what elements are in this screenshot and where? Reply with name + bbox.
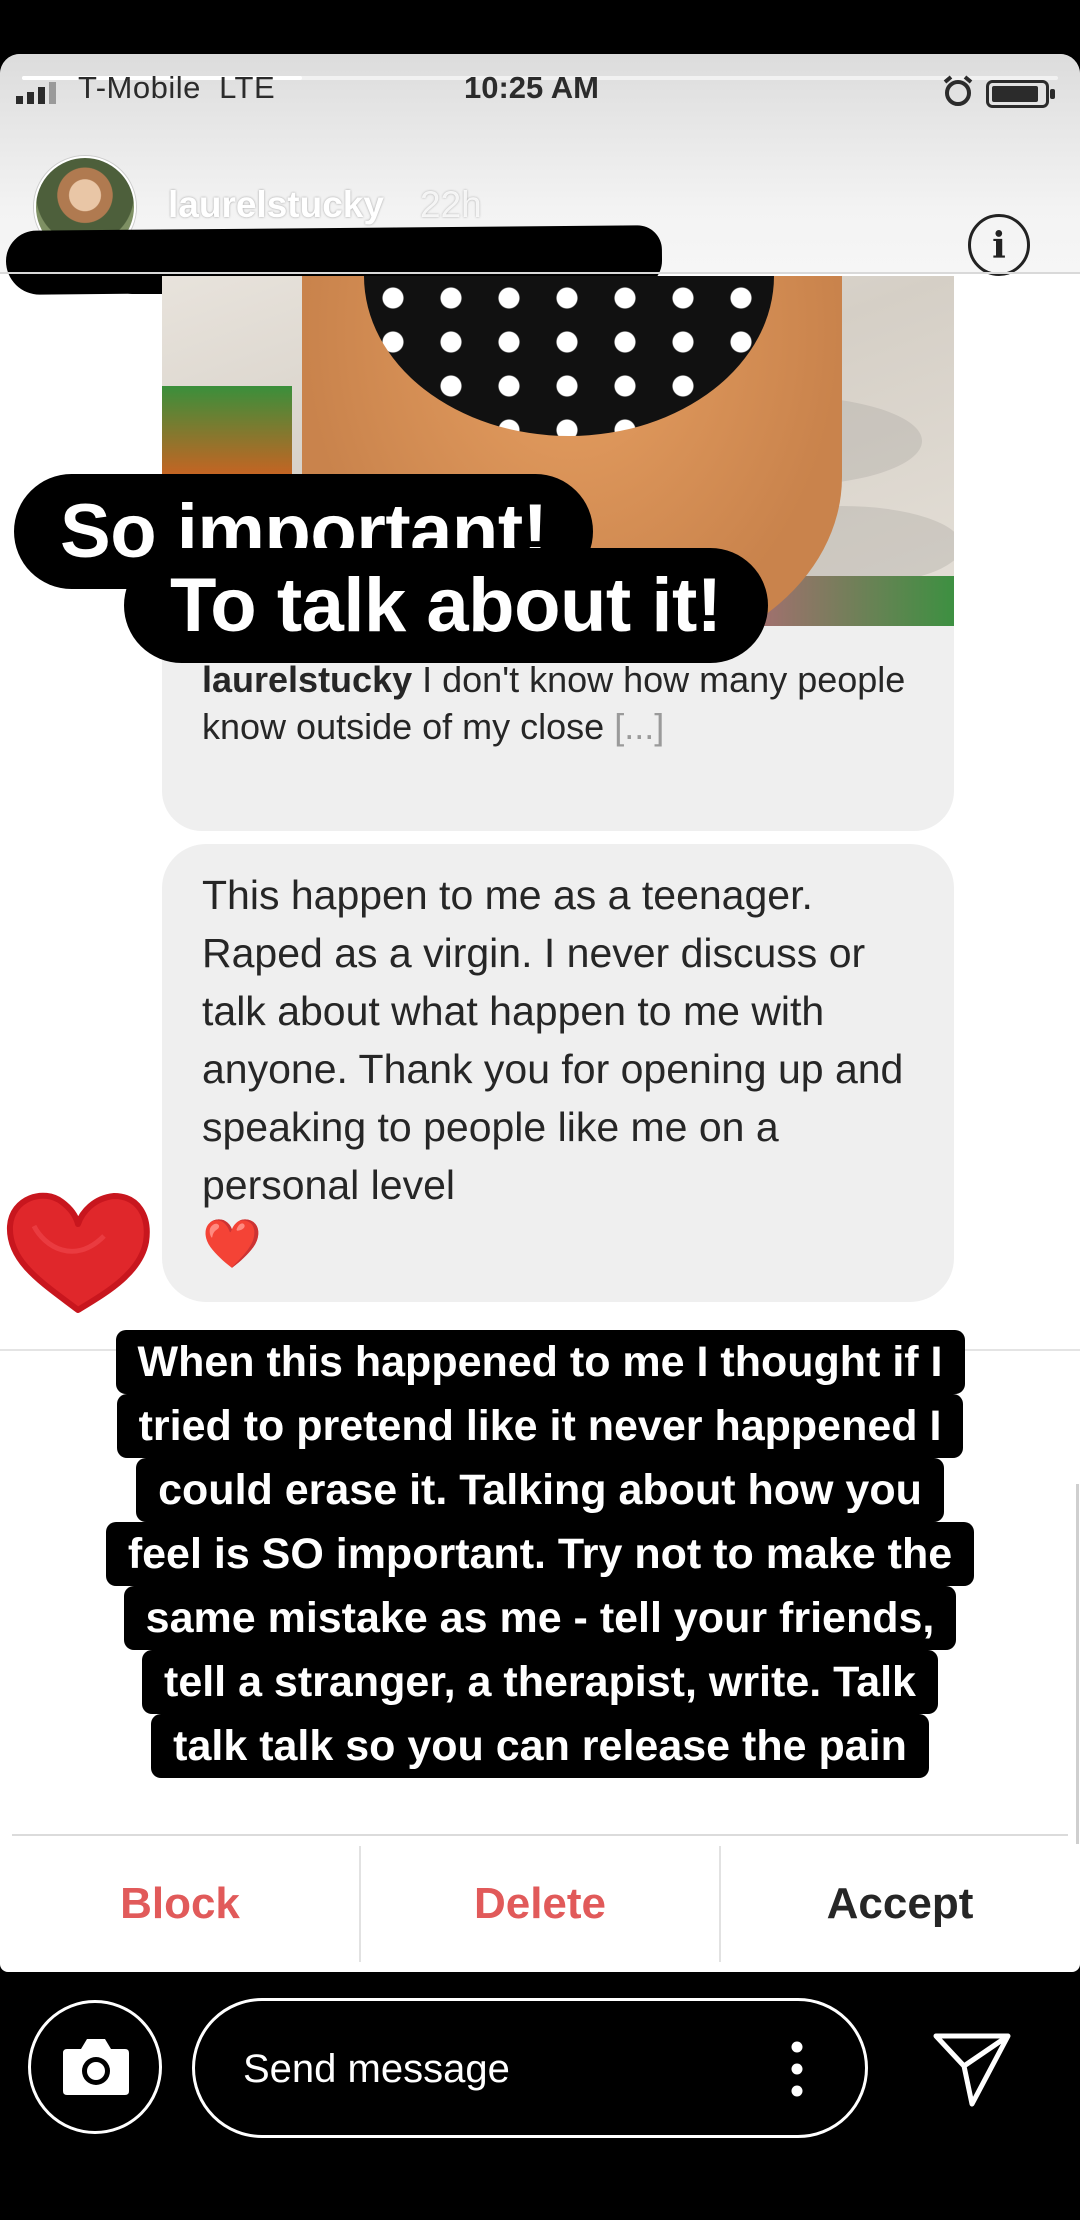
header-divider [0,272,1080,274]
carrier-label: T-Mobile LTE [78,70,276,105]
delete-button[interactable]: Delete [360,1836,720,1972]
more-options-icon[interactable] [791,2041,803,2097]
block-button[interactable]: Block [0,1836,360,1972]
sticker-line: tell a stranger, a therapist, write. Tal… [142,1650,938,1714]
drawn-heart-icon [6,1192,150,1313]
send-icon[interactable] [932,2028,1012,2108]
sticker-line: feel is SO important. Try not to make th… [105,1522,975,1586]
sticker-line: talk talk so you can release the pain [151,1714,929,1778]
send-message-placeholder: Send message [243,2047,510,2091]
caption-more: [...] [614,706,665,747]
heart-emoji: ❤️ [202,1216,262,1272]
story-timestamp: 22h [420,184,482,225]
sticker-line: When this happened to me I thought if I [115,1330,965,1394]
send-message-input[interactable]: Send message [192,1998,868,2138]
accept-button[interactable]: Accept [720,1836,1080,1972]
camera-icon [63,2039,129,2095]
status-time: 10:25 AM [464,70,599,105]
headline-sticker: So important! To talk about it! [14,474,904,674]
story-frame: T-Mobile LTE 10:25 AM laurelstucky 22h i [0,54,1080,1972]
body-text-sticker: When this happened to me I thought if I … [20,1330,1060,1778]
reply-bar: Send message [0,1972,1080,2220]
status-bar: T-Mobile LTE 10:25 AM [16,64,1066,114]
story-header: laurelstucky 22h i [0,114,1080,295]
sticker-line: To talk about it! [124,548,768,663]
sticker-line: same mistake as me - tell your friends, [123,1586,957,1650]
alarm-icon [943,75,973,106]
camera-button[interactable] [28,2000,162,2134]
info-icon[interactable]: i [968,214,1030,276]
battery-icon [986,80,1055,108]
request-actions: Block Delete Accept [0,1836,1080,1972]
sticker-line: tried to pretend like it never happened … [116,1394,964,1458]
message-bubble: This happen to me as a teenager. Raped a… [162,844,954,1302]
sticker-line: could erase it. Talking about how you [136,1458,944,1522]
divider [1076,1484,1079,1844]
message-text: This happen to me as a teenager. Raped a… [202,872,904,1208]
story-username[interactable]: laurelstucky [168,184,384,226]
signal-icon [16,82,56,104]
